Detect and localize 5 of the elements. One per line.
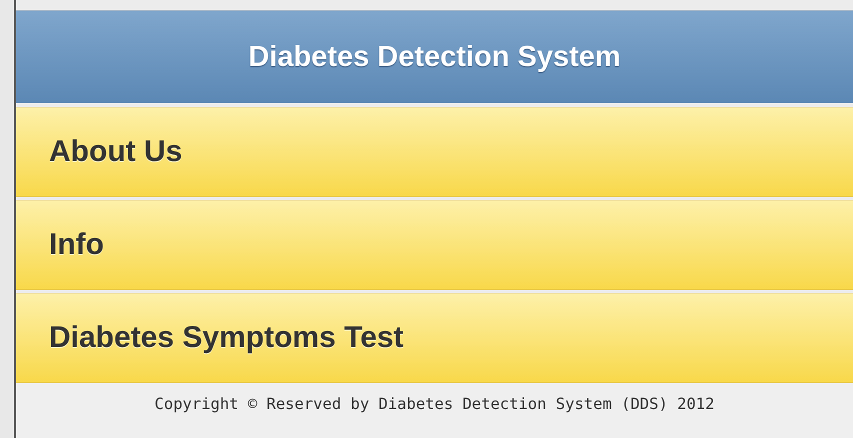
menu-item[interactable]: About Us <box>16 107 853 197</box>
page-title: Diabetes Detection System <box>248 40 621 74</box>
copyright-text: Copyright © Reserved by Diabetes Detection System (DDS) 2012 <box>154 395 714 415</box>
menu-item[interactable]: Diabetes Symptoms Test <box>16 293 853 383</box>
menu-item[interactable]: Info <box>16 200 853 290</box>
